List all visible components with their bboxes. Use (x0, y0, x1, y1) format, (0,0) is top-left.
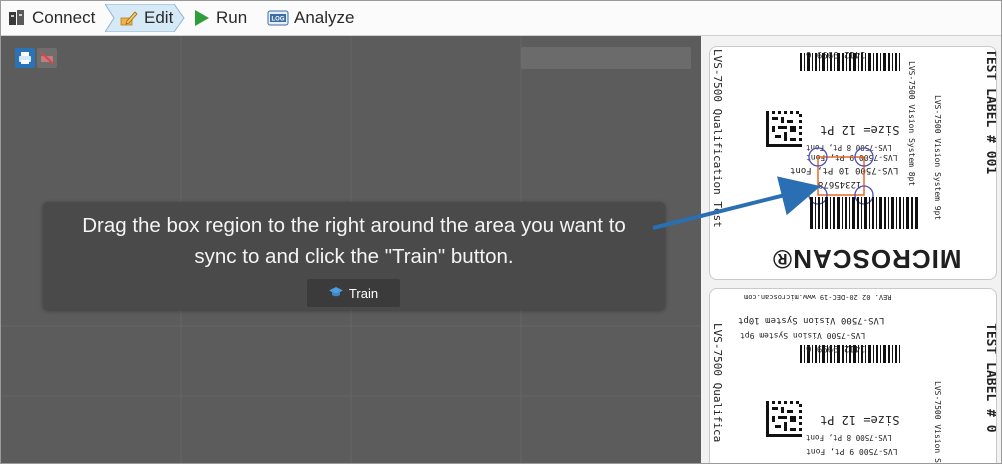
instruction-text: Drag the box region to the right around … (43, 210, 665, 272)
microscan-logo: MICROSCAN® (772, 244, 962, 274)
label1-left-edge-text: LVS-7500 Qualification Test (711, 49, 724, 228)
step-edit-label: Edit (144, 8, 174, 27)
step-connect[interactable]: Connect (7, 4, 95, 32)
step-analyze[interactable]: LOG Analyze (267, 4, 354, 32)
step-run-label: Run (216, 8, 248, 27)
label1-main-barcode (810, 197, 918, 229)
step-run[interactable]: Run (191, 4, 247, 32)
analyze-log-icon: LOG (267, 8, 289, 28)
connect-icon (7, 8, 27, 28)
view-toolbar (15, 48, 57, 68)
label2-side-title: TEST LABEL # 0 (983, 323, 997, 433)
printer-off-icon (40, 51, 54, 65)
label2-system-10pt: LVS-7500 Vision System 10pt (738, 315, 885, 325)
train-button[interactable]: Train (307, 279, 400, 307)
step-connect-label: Connect (32, 8, 96, 27)
label-image-view[interactable]: 1412 9999 6 LVS-7500 Qualification Test … (701, 36, 1001, 464)
label1-side-text-1: LVS-7500 Vision System 8pt (907, 61, 916, 187)
train-button-label: Train (348, 285, 379, 301)
step-edit[interactable]: Edit (119, 4, 173, 32)
run-play-icon (191, 8, 211, 28)
app-window: Connect Edit Run LOG Analyze Drag the bo… (0, 0, 1002, 464)
test-label-bottom: REV. 02 20-DEC-19 www.microscan.com LVS-… (709, 288, 997, 464)
step-analyze-label: Analyze (294, 8, 355, 27)
instruction-line-2: sync to and click the "Train" button. (194, 245, 514, 268)
label1-side-text-2: LVS-7500 Vision System 9pt (933, 95, 942, 221)
graduation-cap-icon (328, 286, 343, 301)
label2-size-line: Size= 12 Pt (820, 413, 900, 427)
label2-website: REV. 02 20-DEC-19 www.microscan.com (744, 293, 892, 301)
test-label-001: 1412 9999 6 LVS-7500 Qualification Test … (709, 46, 997, 280)
label1-datamatrix (766, 111, 802, 147)
instruction-line-1: Drag the box region to the right around … (82, 214, 626, 237)
label2-serial: 1412 9999 6 (806, 343, 866, 353)
editor-workspace[interactable]: Drag the box region to the right around … (1, 36, 701, 463)
label2-system-9pt: LVS-7500 Vision System 9pt (740, 331, 866, 340)
print-toggle-button[interactable] (15, 48, 35, 68)
label1-size-line: Size= 12 Pt (820, 123, 900, 137)
train-instruction-dialog: Drag the box region to the right around … (43, 202, 665, 310)
label1-serial: 1412 9999 6 (806, 49, 866, 59)
disabled-toolbar (521, 47, 691, 69)
workflow-step-bar: Connect Edit Run LOG Analyze (1, 1, 1001, 36)
label2-datamatrix (766, 401, 802, 437)
label2-font-9: LVS-7500 9 Pt, Font (806, 447, 898, 456)
label1-side-title: TEST LABEL # 001 (983, 49, 997, 175)
edit-pencil-icon (119, 8, 139, 28)
analyze-icon-text: LOG (272, 17, 285, 23)
label2-left-edge-text: LVS-7500 Qualifica (711, 323, 724, 443)
no-print-toggle-button[interactable] (37, 48, 57, 68)
printer-icon (19, 52, 31, 64)
label2-font-8: LVS-7500 8 Pt, Font (806, 433, 892, 442)
label2-side-text-1: LVS-7500 Vision Sys (933, 381, 942, 464)
